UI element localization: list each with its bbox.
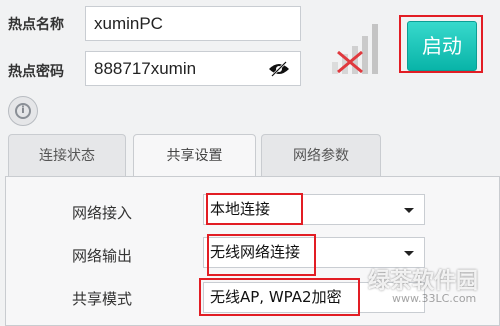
network-output-label: 网络输出 xyxy=(72,247,133,265)
highlight-box xyxy=(207,234,316,276)
highlight-box xyxy=(199,278,360,316)
hotspot-name-label: 热点名称 xyxy=(8,17,64,33)
tab-connection-status[interactable]: 连接状态 xyxy=(8,134,126,176)
info-icon: i xyxy=(15,103,31,119)
hotspot-name-input[interactable]: xuminPC xyxy=(85,6,301,41)
chevron-down-icon xyxy=(404,251,414,256)
chevron-down-icon xyxy=(404,208,414,213)
watermark-text: 绿茶软件园 xyxy=(368,269,479,294)
start-button-highlight: 启动 xyxy=(399,15,483,73)
info-button[interactable]: i xyxy=(8,96,38,126)
share-mode-label: 共享模式 xyxy=(72,290,133,308)
signal-disconnected-icon xyxy=(332,24,378,74)
tab-network-params[interactable]: 网络参数 xyxy=(261,134,381,176)
network-input-label: 网络接入 xyxy=(72,204,133,222)
highlight-box xyxy=(206,193,303,225)
hotspot-password-input[interactable]: 888717xumin xyxy=(85,51,301,86)
tab-share-settings[interactable]: 共享设置 xyxy=(133,134,256,178)
hotspot-password-value: 888717xumin xyxy=(94,59,197,78)
watermark-url: www.33LC.com xyxy=(392,292,477,305)
hide-password-icon[interactable] xyxy=(268,61,290,77)
hotspot-password-label: 热点密码 xyxy=(8,64,64,80)
start-button[interactable]: 启动 xyxy=(407,21,477,71)
